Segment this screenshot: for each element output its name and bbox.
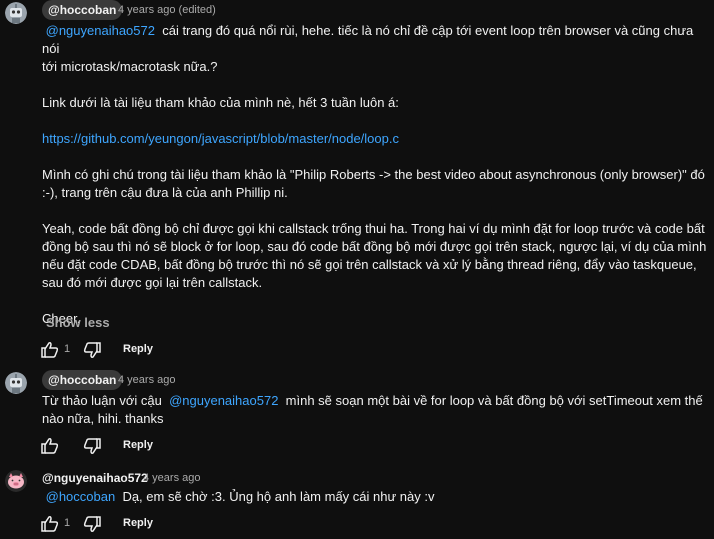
like-count: 1 — [64, 517, 71, 529]
thumbs-up-icon[interactable] — [40, 436, 60, 456]
comment-text: nếu đặt code CDAB, bất đồng bộ trước thì… — [42, 257, 697, 272]
comment-text: mình sẽ soạn một bài về for loop và bất … — [285, 393, 703, 408]
comment-actions: Reply — [40, 436, 240, 456]
comment-timestamp[interactable]: 4 years ago (edited) — [118, 4, 216, 16]
mention-link[interactable]: @nguyenaihao572 — [169, 393, 278, 408]
comment-text: nào nữa, hihi. thanks — [42, 411, 164, 426]
mention-link[interactable]: @nguyenaihao572 — [46, 23, 155, 38]
thumbs-down-icon[interactable] — [82, 340, 102, 360]
thumbs-up-icon[interactable] — [40, 340, 60, 360]
thumbs-down-icon[interactable] — [82, 436, 102, 456]
comment-body: @nguyenaihao572 cái trang đó quá nổi rùi… — [42, 22, 712, 328]
robot-avatar-icon[interactable] — [5, 2, 27, 24]
like-count: 1 — [64, 343, 71, 355]
comment-timestamp[interactable]: 4 years ago — [143, 472, 200, 484]
pig-avatar-icon[interactable] — [5, 470, 27, 492]
reply-button[interactable]: Reply — [123, 343, 153, 355]
robot-avatar-icon[interactable] — [5, 372, 27, 394]
comment-text: Link dưới là tài liệu tham khảo của mình… — [42, 95, 399, 110]
author-chip[interactable]: @hoccoban — [42, 370, 123, 390]
comment-text: sau đó mới được gọi lại trên callstack. — [42, 275, 263, 290]
mention-link[interactable]: @hoccoban — [46, 489, 116, 504]
comment-text: Dạ, em sẽ chờ :3. Ủng hộ anh làm mấy cái… — [122, 489, 435, 504]
comment-text: Từ thảo luận với cậu — [42, 393, 162, 408]
reply-button[interactable]: Reply — [123, 439, 153, 451]
reply-button[interactable]: Reply — [123, 517, 153, 529]
comment-text: Yeah, code bất đồng bộ chỉ được gọi khi … — [42, 221, 705, 236]
show-less-button[interactable]: Show less — [46, 315, 110, 330]
comment-body: Từ thảo luận với cậu @nguyenaihao572 mìn… — [42, 392, 712, 428]
comment-timestamp[interactable]: 4 years ago — [118, 374, 175, 386]
external-link[interactable]: https://github.com/yeungon/javascript/bl… — [42, 131, 399, 146]
thumbs-down-icon[interactable] — [82, 514, 102, 534]
comment-actions: 1 Reply — [40, 340, 240, 360]
comment-body: @hoccoban Dạ, em sẽ chờ :3. Ủng hộ anh l… — [42, 488, 712, 506]
author-name[interactable]: @nguyenaihao572 — [42, 471, 148, 485]
comment-text: đồng bộ sau thì nó sẽ block ở for loop, … — [42, 239, 707, 254]
comment-text: Cheer. — [42, 311, 81, 326]
thumbs-up-icon[interactable] — [40, 514, 60, 534]
author-chip[interactable]: @hoccoban — [42, 0, 123, 20]
comment-text: tới microtask/macrotask nữa.? — [42, 59, 218, 74]
comment-actions: 1 Reply — [40, 514, 240, 534]
comment-text: :-), trang trên cậu đưa là của anh Phill… — [42, 185, 288, 200]
comment-text: Mình có ghi chú trong tài liệu tham khảo… — [42, 167, 705, 182]
